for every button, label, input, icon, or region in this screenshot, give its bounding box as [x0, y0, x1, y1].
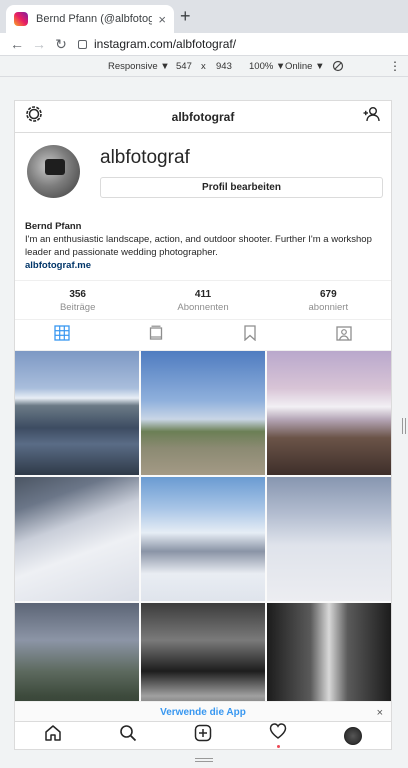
stat-label: Beiträge: [59, 302, 96, 313]
feed-icon: [148, 325, 164, 346]
url-text: instagram.com/albfotograf/: [94, 37, 237, 51]
tab-grid[interactable]: [15, 320, 109, 350]
more-options-icon[interactable]: ⋮: [389, 59, 401, 73]
lock-icon: [78, 39, 87, 49]
photo-lake-mountain[interactable]: [15, 351, 139, 475]
nav-search[interactable]: [108, 724, 148, 747]
tab-title: Bernd Pfann (@albfotograf) • Ins: [36, 13, 153, 25]
tab-saved[interactable]: [203, 320, 297, 350]
network-select[interactable]: Online ▼: [285, 61, 325, 72]
photo-hiker-alps[interactable]: [141, 477, 265, 601]
avatar[interactable]: [27, 145, 80, 198]
reload-icon[interactable]: ↻: [50, 36, 72, 53]
bottom-nav: [15, 721, 391, 749]
profile-tabs: [15, 320, 391, 351]
url-field[interactable]: instagram.com/albfotograf/: [78, 37, 402, 51]
rotate-icon[interactable]: [332, 60, 344, 75]
forward-icon[interactable]: →: [28, 36, 50, 52]
resize-handle-right[interactable]: [402, 418, 406, 434]
device-select[interactable]: Responsive ▼: [108, 61, 170, 72]
home-icon: [44, 724, 62, 747]
dimension-separator: x: [201, 60, 206, 72]
search-icon: [119, 724, 137, 747]
nav-home[interactable]: [33, 724, 73, 747]
back-icon[interactable]: ←: [6, 36, 28, 52]
profile-section: albfotograf Profil bearbeiten Bernd Pfan…: [15, 133, 391, 280]
page-title: albfotograf: [171, 109, 235, 124]
photo-skier-descent[interactable]: [15, 477, 139, 601]
nav-new-post[interactable]: [183, 724, 223, 747]
photo-skitour-ascent[interactable]: [267, 477, 391, 601]
device-toolbar: Responsive ▼ 547 x 943 100% ▼ Online ▼ ⋮: [0, 55, 408, 77]
stat-label: Abonnenten: [177, 302, 229, 313]
tab-tagged[interactable]: [297, 320, 391, 350]
bookmark-icon: [243, 324, 257, 346]
photo-snowy-peak[interactable]: [267, 351, 391, 475]
zoom-select[interactable]: 100% ▼: [249, 61, 285, 72]
stats-bar: 356 Beiträge 411 Abonnenten 679 abonnier…: [15, 280, 391, 320]
stat-label: abonniert: [308, 302, 349, 313]
bio-block: Bernd Pfann I'm an enthusiastic landscap…: [25, 220, 381, 272]
stat-followers[interactable]: 411 Abonnenten: [140, 281, 265, 319]
stat-posts: 356 Beiträge: [15, 281, 140, 319]
stat-number: 411: [194, 289, 212, 300]
instagram-favicon-icon: [14, 12, 28, 26]
app-banner[interactable]: Verwende die App ×: [15, 701, 391, 723]
website-link[interactable]: albfotograf.me: [25, 259, 381, 272]
profile-header: albfotograf: [15, 101, 391, 133]
open-app-link[interactable]: Verwende die App: [160, 707, 246, 718]
new-tab-button[interactable]: +: [180, 6, 191, 27]
resize-handle-bottom[interactable]: [195, 758, 213, 762]
browser-tab[interactable]: Bernd Pfann (@albfotograf) • Ins ×: [6, 5, 174, 33]
browser-tabbar: Bernd Pfann (@albfotograf) • Ins × +: [0, 0, 408, 33]
stat-number: 356: [69, 289, 86, 300]
new-post-icon: [194, 724, 212, 747]
tagged-icon: [336, 325, 352, 346]
address-bar: ← → ↻ instagram.com/albfotograf/: [0, 33, 408, 55]
grid-icon: [54, 324, 70, 346]
instagram-page: albfotograf albfotograf Profil bearbeite…: [14, 100, 392, 750]
tab-close-icon[interactable]: ×: [158, 12, 166, 27]
nav-profile[interactable]: [333, 726, 373, 745]
profile-avatar: [344, 726, 363, 745]
tab-feed[interactable]: [109, 320, 203, 350]
close-icon[interactable]: ×: [377, 707, 383, 719]
height-input[interactable]: 943: [216, 61, 232, 72]
photo-grid: [15, 351, 391, 727]
settings-icon[interactable]: [25, 105, 43, 128]
bio-text: I'm an enthusiastic landscape, action, a…: [25, 234, 372, 258]
nav-activity[interactable]: [258, 723, 298, 748]
stat-following[interactable]: 679 abonniert: [266, 281, 391, 319]
notification-dot: [276, 745, 280, 748]
username: albfotograf: [100, 147, 190, 168]
add-person-icon[interactable]: [363, 106, 381, 127]
photo-trees-valley[interactable]: [141, 351, 265, 475]
edit-profile-button[interactable]: Profil bearbeiten: [100, 177, 383, 198]
display-name: Bernd Pfann: [25, 221, 82, 232]
stat-number: 679: [319, 289, 337, 300]
heart-icon: [269, 723, 287, 744]
width-input[interactable]: 547: [176, 61, 192, 72]
